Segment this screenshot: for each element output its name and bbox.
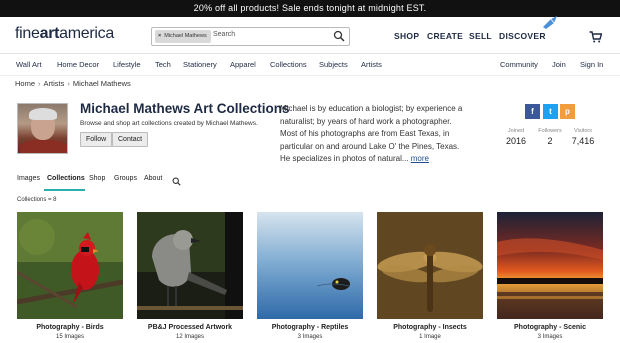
collection-title[interactable]: Photography - Birds [17,324,123,331]
avatar-shirt [20,140,67,153]
collection-thumb-reptiles[interactable] [257,212,363,319]
stat-visitors-label: Visitors [574,128,592,134]
nav-discover[interactable]: DISCOVER [499,31,546,41]
search-icon[interactable] [333,30,345,42]
collection-count: 3 Images [537,334,563,340]
breadcrumb-home[interactable]: Home [15,79,35,88]
tab-groups[interactable]: Groups [114,175,137,182]
nav-create[interactable]: CREATE [427,31,463,41]
chip-remove-icon[interactable]: × [158,33,161,39]
catnav-collections[interactable]: Collections [270,60,307,69]
breadcrumb-separator: › [38,79,41,88]
collection-count: 1 Image [419,334,441,340]
tab-shop[interactable]: Shop [89,175,105,182]
collection-count: 3 Images [297,334,323,340]
collection-title[interactable]: PB&J Processed Artwork [137,324,243,331]
page-subtitle: Browse and shop art collections created … [80,120,258,127]
stat-visitors: Visitors 7,416 [563,128,603,146]
breadcrumb-artists[interactable]: Artists [44,79,65,88]
search-input[interactable]: Search [213,31,235,38]
breadcrumb-current: Michael Mathews [72,79,131,88]
promo-banner[interactable]: 20% off all products! Sale ends tonight … [0,0,620,17]
facebook-share-icon[interactable]: f [525,104,540,119]
tab-search-icon[interactable] [172,177,181,186]
catnav-lifestyle[interactable]: Lifestyle [113,60,141,69]
collection-title[interactable]: Photography - Insects [377,324,483,331]
catnav-sign-in[interactable]: Sign In [580,60,603,69]
twitter-share-icon[interactable]: t [543,104,558,119]
bio-text: Michael is by education a biologist; by … [280,104,463,163]
catnav-join[interactable]: Join [552,60,566,69]
tab-collections[interactable]: Collections [47,175,85,182]
catnav-stationery[interactable]: Stationery [183,60,217,69]
logo-part-america: america [59,25,114,42]
nav-sell[interactable]: SELL [469,31,492,41]
bio-more-link[interactable]: more [411,154,429,163]
avatar[interactable] [17,103,68,154]
catnav-wall-art[interactable]: Wall Art [16,60,42,69]
catnav-subjects[interactable]: Subjects [319,60,348,69]
collection-title[interactable]: Photography - Scenic [497,324,603,331]
tab-about[interactable]: About [144,175,162,182]
catnav-artists[interactable]: Artists [361,60,382,69]
collection-title[interactable]: Photography - Reptiles [257,324,363,331]
search-box[interactable]: × Michael Mathews Search [151,27,350,46]
collection-thumb-insects[interactable] [377,212,483,319]
catnav-community[interactable]: Community [500,60,538,69]
stat-visitors-value: 7,416 [571,136,595,146]
cart-icon[interactable] [589,31,602,43]
logo-part-fine: fine [15,25,40,42]
breadcrumb-separator: › [67,79,70,88]
artist-bio: Michael is by education a biologist; by … [280,103,470,166]
discover-bird-icon[interactable] [542,15,558,31]
tab-images[interactable]: Images [17,175,40,182]
breadcrumb: Home › Artists › Michael Mathews [15,79,131,88]
collection-thumb-birds[interactable] [17,212,123,319]
pinterest-share-icon[interactable]: p [560,104,575,119]
search-chip[interactable]: × Michael Mathews [155,30,211,43]
collections-count: Collections = 8 [17,197,57,203]
catnav-tech[interactable]: Tech [155,60,171,69]
follow-button[interactable]: Follow [80,132,113,147]
logo-part-art: art [39,25,60,42]
collection-thumb-pbj[interactable] [137,212,243,319]
profile-tabs: Images Collections Shop Groups About [0,175,620,191]
catnav-home-decor[interactable]: Home Decor [57,60,99,69]
collection-thumb-scenic[interactable] [497,212,603,319]
collection-count: 15 Images [55,334,85,340]
nav-shop[interactable]: SHOP [394,31,419,41]
active-tab-indicator [44,189,85,191]
page-title: Michael Mathews Art Collections [80,101,290,116]
contact-button[interactable]: Contact [112,132,149,147]
catnav-apparel[interactable]: Apparel [230,60,256,69]
collection-count: 12 Images [175,334,205,340]
category-nav: Wall Art Home Decor Lifestyle Tech Stati… [0,54,620,76]
search-chip-label: Michael Mathews [164,33,207,39]
avatar-hair [29,108,57,120]
site-logo[interactable]: fineartamerica [15,25,114,43]
